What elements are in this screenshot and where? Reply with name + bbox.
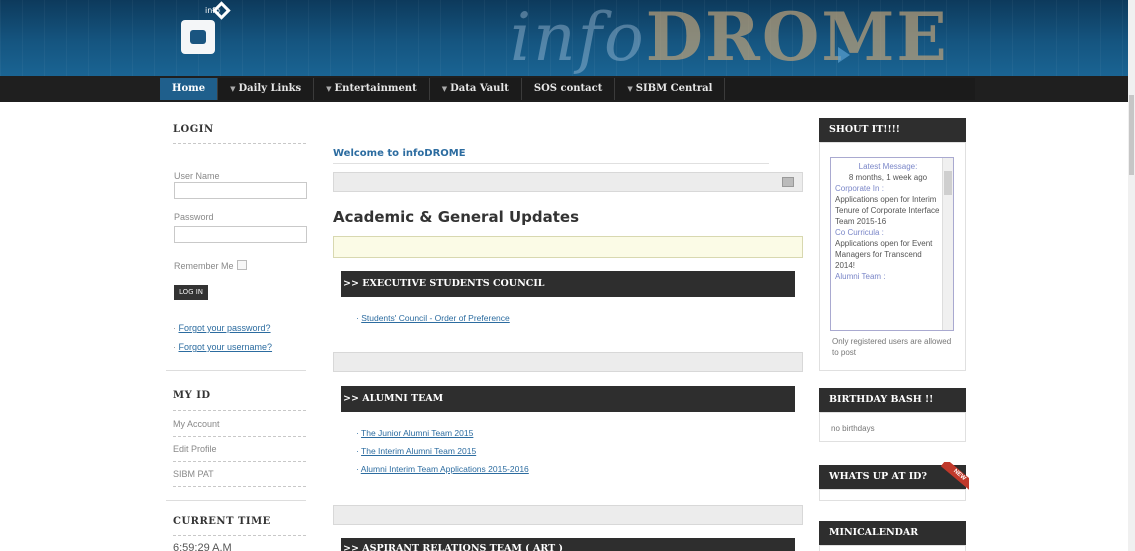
print-icon[interactable]: [782, 177, 794, 187]
shout-message-author: Alumni Team :: [835, 272, 886, 281]
caret-down-icon: ▼: [441, 84, 448, 93]
shout-message-text: Applications open for Event Managers for…: [835, 239, 933, 270]
nav-item-sibm-central[interactable]: ▼ SIBM Central: [615, 78, 726, 100]
article-toolbar: [333, 172, 803, 192]
brand-arrow-icon: [838, 47, 850, 63]
remember-me-label: Remember Me: [174, 261, 234, 271]
login-button[interactable]: LOG IN: [174, 285, 208, 300]
birthday-text: no birthdays: [831, 424, 875, 433]
whatsup-box: [819, 489, 966, 501]
username-label: User Name: [174, 171, 220, 181]
password-input[interactable]: [174, 226, 307, 243]
forgot-username-link[interactable]: Forgot your username?: [179, 342, 273, 352]
section-link[interactable]: Alumni Interim Team Applications 2015-20…: [361, 464, 529, 474]
page-scrollbar[interactable]: [1128, 0, 1135, 551]
password-label: Password: [174, 212, 214, 222]
myid-title: MY ID: [173, 390, 211, 401]
minicalendar-box: [819, 545, 966, 551]
page-heading: Academic & General Updates: [333, 208, 579, 226]
minicalendar-title: MINICALENDAR: [819, 521, 966, 545]
birthday-title: BIRTHDAY BASH !!: [819, 388, 966, 412]
section-header-aspirant: >> ASPIRANT RELATIONS TEAM ( ART ): [341, 538, 795, 551]
shout-scrollbar[interactable]: [942, 158, 953, 330]
shout-title: SHOUT IT!!!!: [819, 118, 966, 142]
nav-item-entertainment[interactable]: ▼ Entertainment: [314, 78, 430, 100]
forgot-password-link[interactable]: Forgot your password?: [179, 323, 271, 333]
username-input[interactable]: [174, 182, 307, 199]
site-logo[interactable]: [181, 20, 215, 54]
shout-message-author: Corporate In :: [835, 184, 884, 193]
info-banner: [333, 236, 803, 258]
shout-scroll-thumb[interactable]: [944, 171, 952, 195]
scrollbar-thumb[interactable]: [1129, 95, 1134, 175]
caret-down-icon: ▼: [326, 84, 332, 93]
shout-messages-panel[interactable]: Latest Message: 8 months, 1 week ago Cor…: [830, 157, 954, 331]
remember-me-checkbox[interactable]: [237, 260, 247, 270]
main-navigation: Home ▼ Daily Links ▼ Entertainment ▼ Data V…: [160, 78, 975, 100]
my-account-link[interactable]: My Account: [173, 419, 220, 429]
edit-profile-link[interactable]: Edit Profile: [173, 444, 217, 454]
nav-item-home[interactable]: Home: [160, 78, 219, 100]
current-time-value: 6:59:29 A.M: [173, 542, 232, 551]
section-divider-bar: [333, 352, 803, 372]
nav-item-sos-contact[interactable]: SOS contact: [522, 78, 616, 100]
section-header-executive: >> EXECUTIVE STUDENTS COUNCIL: [341, 271, 795, 297]
section-divider-bar: [333, 505, 803, 525]
section-link[interactable]: Students' Council - Order of Preference: [361, 313, 510, 323]
logo-small-text: info: [205, 6, 221, 15]
new-ribbon: NEW: [937, 462, 969, 492]
welcome-link[interactable]: Welcome to infoDROME: [333, 148, 466, 159]
shout-message-text: Applications open for Interim Tenure of …: [835, 195, 940, 226]
caret-down-icon: ▼: [230, 84, 236, 93]
nav-item-data-vault[interactable]: ▼ Data Vault: [430, 78, 522, 100]
brand-wordmark: infoDROME: [510, 0, 949, 76]
shout-message-author: Co Curricula :: [835, 228, 884, 237]
section-link[interactable]: The Interim Alumni Team 2015: [361, 446, 476, 456]
shout-latest-time: 8 months, 1 week ago: [848, 173, 928, 182]
site-header: info infoDROME: [0, 0, 1128, 76]
section-header-alumni: >> ALUMNI TEAM: [341, 386, 795, 412]
caret-down-icon: ▼: [627, 84, 633, 93]
current-time-title: CURRENT TIME: [173, 516, 271, 527]
sibm-pat-link[interactable]: SIBM PAT: [173, 469, 214, 479]
shout-latest-label: Latest Message:: [858, 162, 918, 171]
login-title: LOGIN: [173, 124, 214, 135]
nav-item-daily-links[interactable]: ▼ Daily Links: [218, 78, 315, 100]
shout-note: Only registered users are allowed to pos…: [832, 337, 952, 357]
section-link[interactable]: The Junior Alumni Team 2015: [361, 428, 473, 438]
